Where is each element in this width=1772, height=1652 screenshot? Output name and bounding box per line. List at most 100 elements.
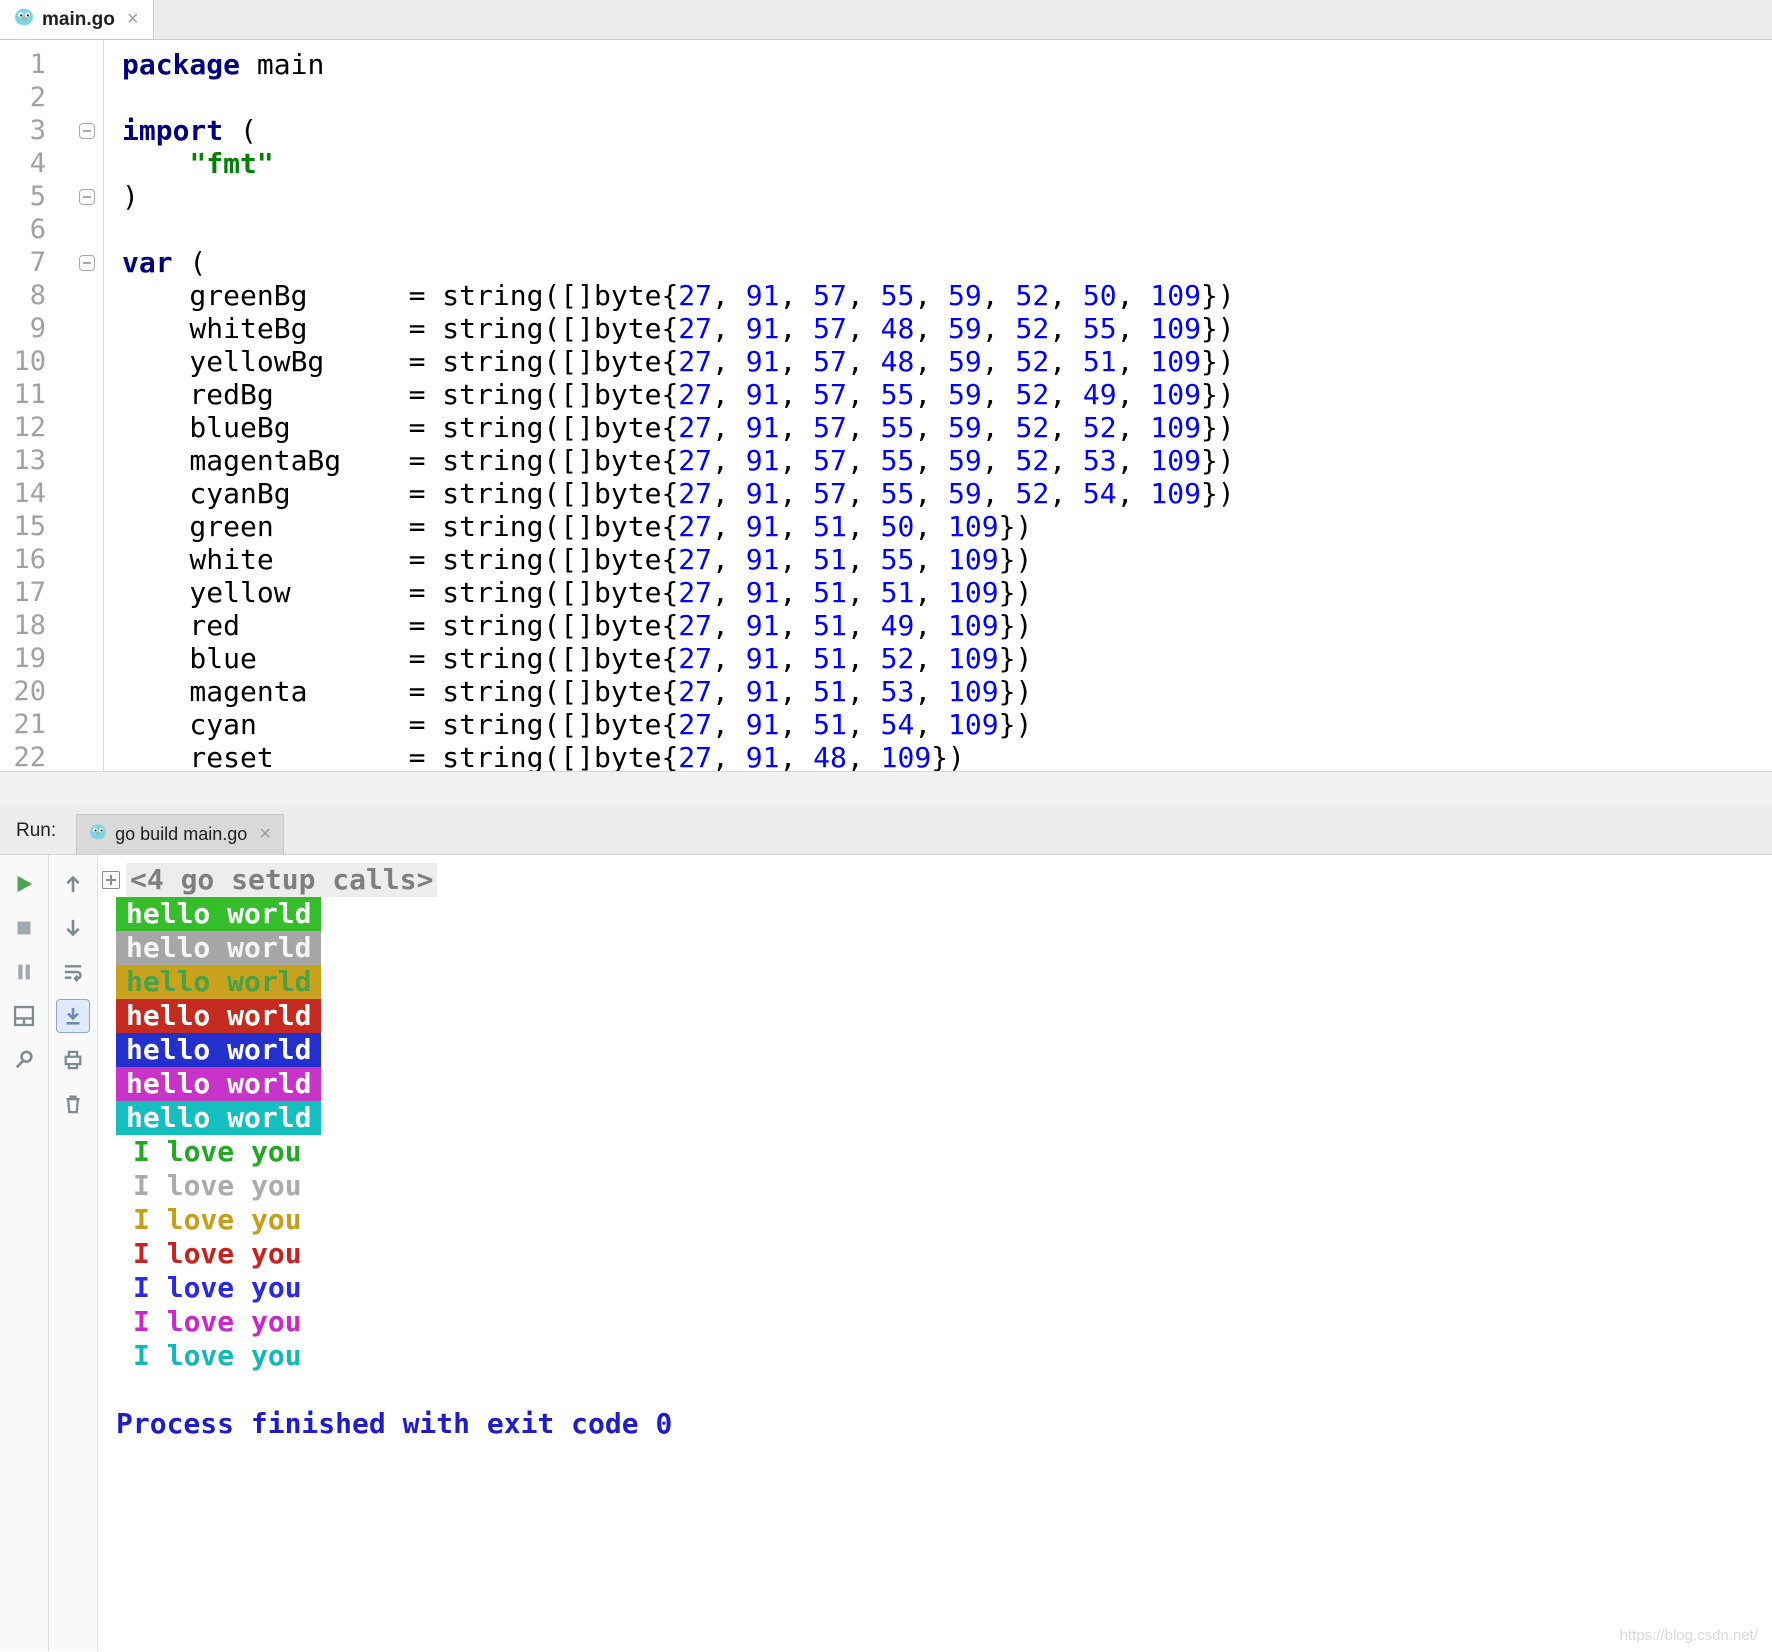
scroll-to-end-icon — [60, 1003, 86, 1029]
fold-gutter-cell — [52, 378, 103, 411]
fold-gutter-cell — [52, 477, 103, 510]
pause-icon — [11, 959, 37, 985]
pin-button[interactable] — [7, 1043, 41, 1077]
run-toolbar-primary — [0, 855, 49, 1651]
i-love-you-text: I love you — [133, 1339, 302, 1372]
hello-world-text: hello world — [116, 1101, 322, 1135]
expand-plus-icon[interactable] — [102, 871, 120, 889]
editor-gutter: 1 2 3 4 5 6 7 8 9 10 11 12 13 14 15 16 17 18 19 20 21 22 — [0, 40, 52, 771]
line-number: 13 — [13, 445, 46, 476]
hello-world-text: hello world — [116, 965, 322, 999]
hello-world-text: hello world — [116, 999, 322, 1033]
close-icon[interactable]: × — [259, 823, 271, 846]
fold-gutter-cell — [52, 180, 103, 213]
editor-tab-main-go[interactable]: main.go × — [0, 0, 154, 39]
run-tab-go-build[interactable]: go build main.go × — [76, 814, 284, 854]
fold-gutter-cell — [52, 279, 103, 312]
editor-fold-gutter — [52, 40, 104, 771]
code-line: red = string([]byte{27, 91, 51, 49, 109}… — [122, 609, 1033, 642]
fold-gutter-cell — [52, 741, 103, 771]
gopher-icon — [89, 823, 107, 846]
setup-calls-text: <4 go setup calls> — [126, 863, 438, 897]
fold-gutter-cell — [52, 213, 103, 246]
line-number: 22 — [13, 742, 46, 771]
line-number: 12 — [13, 412, 46, 443]
scroll-to-end-button[interactable] — [56, 999, 90, 1033]
process-finished-line: Process finished with exit code 0 — [116, 1407, 673, 1440]
console-output: <4 go setup calls> hello world hello worl… — [98, 855, 1772, 1651]
hello-world-line-magenta: hello world — [116, 1067, 1772, 1101]
i-love-you-text: I love you — [133, 1135, 302, 1168]
stop-icon — [11, 915, 37, 941]
hello-world-text: hello world — [116, 897, 322, 931]
run-icon — [11, 871, 37, 897]
code-line: yellowBg = string([]byte{27, 91, 57, 48,… — [122, 345, 1235, 378]
i-love-you-line-magenta: I love you — [116, 1305, 1772, 1339]
line-number: 19 — [13, 643, 46, 674]
trash-button[interactable] — [56, 1087, 90, 1121]
line-number: 7 — [29, 247, 46, 278]
close-icon[interactable]: × — [127, 8, 139, 31]
line-number: 3 — [29, 115, 46, 146]
fold-close-icon[interactable] — [79, 188, 95, 205]
fold-gutter-cell — [52, 642, 103, 675]
fold-gutter-cell — [52, 81, 103, 114]
line-number: 6 — [29, 214, 46, 245]
fold-gutter-cell — [52, 708, 103, 741]
code-line: greenBg = string([]byte{27, 91, 57, 55, … — [122, 279, 1235, 312]
run-panel: <4 go setup calls> hello world hello worl… — [0, 855, 1772, 1651]
code-editor[interactable]: 1 2 3 4 5 6 7 8 9 10 11 12 13 14 15 16 17 18 19 20 21 22 pack… — [0, 40, 1772, 771]
run-header: Run: go build main.go × — [0, 805, 1772, 855]
line-number: 16 — [13, 544, 46, 575]
code-line: package main — [122, 48, 325, 81]
pause-button[interactable] — [7, 955, 41, 989]
hello-world-line-red: hello world — [116, 999, 1772, 1033]
print-icon — [60, 1047, 86, 1073]
up-button[interactable] — [56, 867, 90, 901]
fold-gutter-cell — [52, 147, 103, 180]
code-line: magenta = string([]byte{27, 91, 51, 53, … — [122, 675, 1033, 708]
line-number: 5 — [29, 181, 46, 212]
soft-wrap-button[interactable] — [56, 955, 90, 989]
hello-world-line-green: hello world — [116, 897, 1772, 931]
line-number: 15 — [13, 511, 46, 542]
code-line: blue = string([]byte{27, 91, 51, 52, 109… — [122, 642, 1033, 675]
i-love-you-line-cyan: I love you — [116, 1339, 1772, 1373]
fold-open-icon[interactable] — [79, 254, 95, 271]
code-line: whiteBg = string([]byte{27, 91, 57, 48, … — [122, 312, 1235, 345]
line-number: 10 — [13, 346, 46, 377]
editor-tabbar: main.go × — [0, 0, 1772, 40]
i-love-you-text: I love you — [133, 1237, 302, 1270]
code-line: "fmt" — [189, 147, 274, 180]
line-number: 14 — [13, 478, 46, 509]
run-button[interactable] — [7, 867, 41, 901]
code-line: yellow = string([]byte{27, 91, 51, 51, 1… — [122, 576, 1033, 609]
fold-gutter-cell — [52, 609, 103, 642]
line-number: 17 — [13, 577, 46, 608]
down-button[interactable] — [56, 911, 90, 945]
hello-world-line-yellow: hello world — [116, 965, 1772, 999]
hello-world-line-cyan: hello world — [116, 1101, 1772, 1135]
line-number: 2 — [29, 82, 46, 113]
fold-gutter-cell — [52, 246, 103, 279]
watermark: https://blog.csdn.net/ — [1619, 1627, 1758, 1644]
i-love-you-line-green: I love you — [116, 1135, 1772, 1169]
down-icon — [60, 915, 86, 941]
hello-world-text: hello world — [116, 1033, 322, 1067]
hello-world-line-white: hello world — [116, 931, 1772, 965]
editor-code[interactable]: package main import ( "fmt") var ( greenBg… — [104, 40, 1772, 771]
go-setup-calls-line: <4 go setup calls> — [102, 863, 1772, 897]
fold-gutter-cell — [52, 444, 103, 477]
fold-open-icon[interactable] — [79, 122, 95, 139]
code-line: white = string([]byte{27, 91, 51, 55, 10… — [122, 543, 1033, 576]
up-icon — [60, 871, 86, 897]
code-line: cyan = string([]byte{27, 91, 51, 54, 109… — [122, 708, 1033, 741]
print-button[interactable] — [56, 1043, 90, 1077]
fold-gutter-cell — [52, 576, 103, 609]
restore-layout-button[interactable] — [7, 999, 41, 1033]
fold-gutter-cell — [52, 411, 103, 444]
restore-layout-icon — [11, 1003, 37, 1029]
stop-button[interactable] — [7, 911, 41, 945]
editor-run-splitter[interactable] — [0, 771, 1772, 805]
